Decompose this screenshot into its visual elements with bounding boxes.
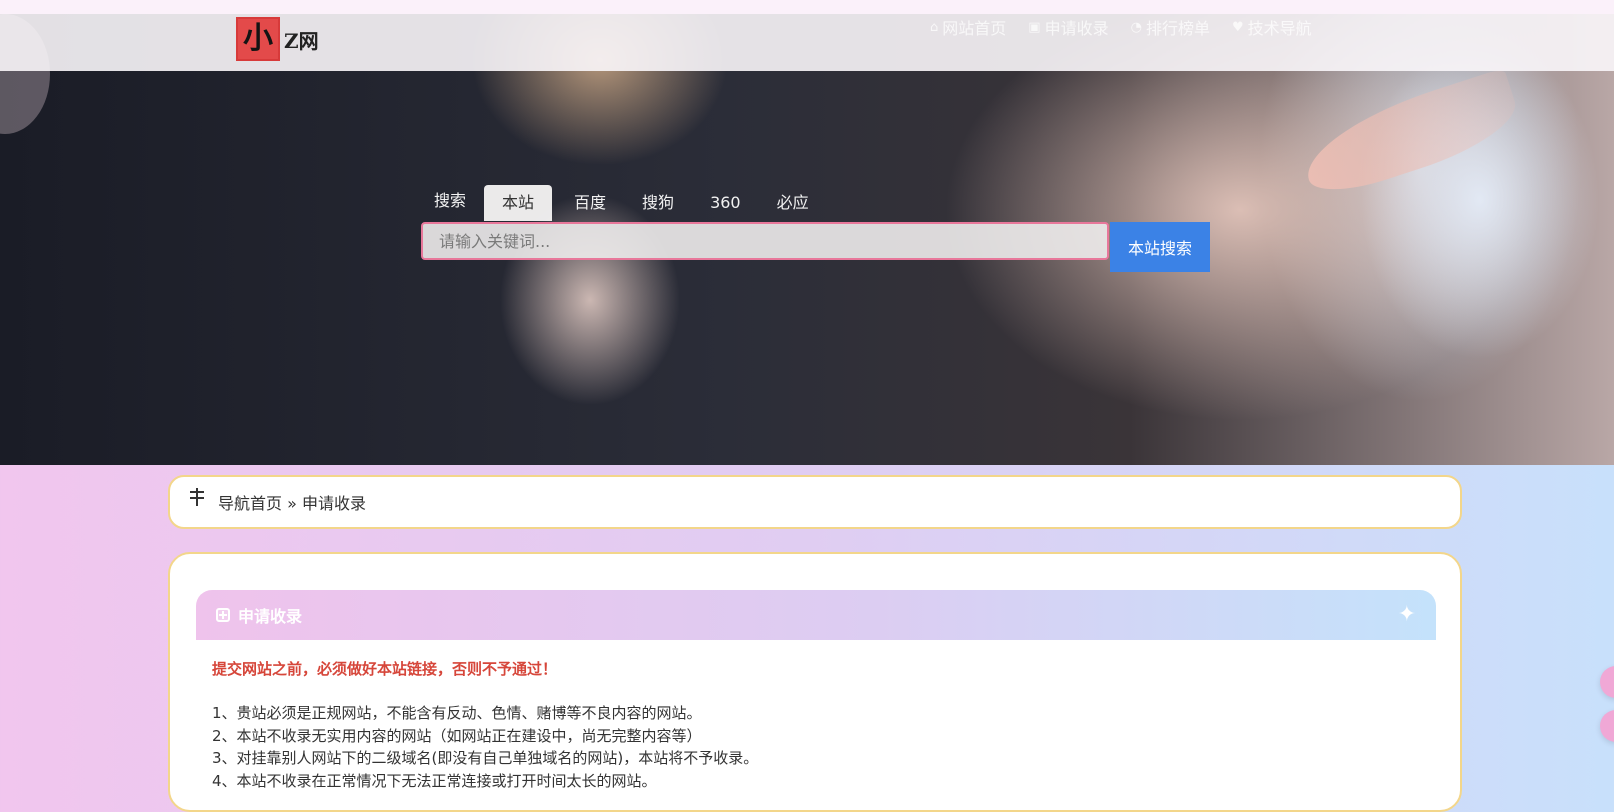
- sparkle-icon: ✦: [1397, 602, 1416, 627]
- rule-item: 3、对挂靠别人网站下的二级域名(即没有自己单独域名的网站)，本站将不予收录。: [212, 749, 759, 767]
- home-icon: ⌂: [930, 19, 939, 35]
- plus-square-icon: [216, 608, 230, 622]
- tab-360[interactable]: 360: [692, 185, 759, 221]
- float-button-top[interactable]: [1600, 666, 1614, 698]
- tab-baidu[interactable]: 百度: [556, 185, 624, 221]
- signpost-icon: [188, 488, 206, 508]
- search-button[interactable]: 本站搜索: [1110, 222, 1210, 272]
- breadcrumb-home-link[interactable]: 导航首页: [218, 494, 282, 513]
- search-tabs: 搜索 本站 百度 搜狗 360 必应: [420, 185, 827, 221]
- heart-icon: ♥: [1231, 19, 1244, 35]
- rule-item: 1、贵站必须是正规网站，不能含有反动、色情、赌博等不良内容的网站。: [212, 704, 702, 722]
- nav-label: 技术导航: [1247, 19, 1312, 38]
- site-logo[interactable]: 小 Z网: [236, 17, 319, 61]
- nav-item-home[interactable]: ⌂ 网站首页: [930, 15, 1006, 39]
- nav-label: 排行榜单: [1145, 19, 1210, 38]
- rule-item: 4、本站不收录在正常情况下无法正常连接或打开时间太长的网站。: [212, 771, 657, 790]
- breadcrumb-current: 申请收录: [302, 494, 367, 513]
- nav-item-tech[interactable]: ♥ 技术导航: [1232, 15, 1312, 39]
- float-button-bottom[interactable]: [1600, 710, 1614, 742]
- breadcrumb-separator: »: [287, 494, 297, 513]
- navbar: 小 Z网 ⌂ 网站首页 ▣ 申请收录 ◔ 排行榜单 ♥ 技术导航: [0, 14, 1614, 71]
- top-strip: [0, 0, 1614, 14]
- tab-bing[interactable]: 必应: [759, 185, 827, 221]
- section-title: 申请收录: [238, 607, 303, 626]
- apply-card: 申请收录 ✦ 提交网站之前，必须做好本站链接，否则不予通过！ 1、贵站必须是正规…: [168, 552, 1462, 812]
- nav-item-apply[interactable]: ▣ 申请收录: [1028, 15, 1108, 39]
- rule-item: 2、本站不收录无实用内容的网站（如网站正在建设中，尚无完整内容等）: [212, 726, 702, 745]
- tab-site[interactable]: 本站: [484, 185, 553, 221]
- search-input[interactable]: [423, 224, 1107, 258]
- search-box: [421, 222, 1109, 260]
- logo-text: Z网: [284, 28, 319, 53]
- nav-label: 申请收录: [1044, 19, 1109, 38]
- logo-mark: 小: [236, 17, 280, 61]
- warning-text: 提交网站之前，必须做好本站链接，否则不予通过！: [212, 660, 558, 678]
- search-label: 搜索: [434, 191, 467, 210]
- section-header: 申请收录 ✦: [196, 590, 1436, 640]
- breadcrumb: 导航首页 » 申请收录: [168, 475, 1462, 529]
- nav-item-ranking[interactable]: ◔ 排行榜单: [1131, 15, 1210, 39]
- chart-icon: ◔: [1130, 19, 1142, 35]
- nav-menu: ⌂ 网站首页 ▣ 申请收录 ◔ 排行榜单 ♥ 技术导航: [930, 14, 1312, 40]
- tab-sogou[interactable]: 搜狗: [624, 185, 692, 221]
- rules-list: 1、贵站必须是正规网站，不能含有反动、色情、赌博等不良内容的网站。 2、本站不收…: [212, 702, 758, 792]
- nav-label: 网站首页: [942, 19, 1007, 38]
- calendar-icon: ▣: [1028, 19, 1041, 35]
